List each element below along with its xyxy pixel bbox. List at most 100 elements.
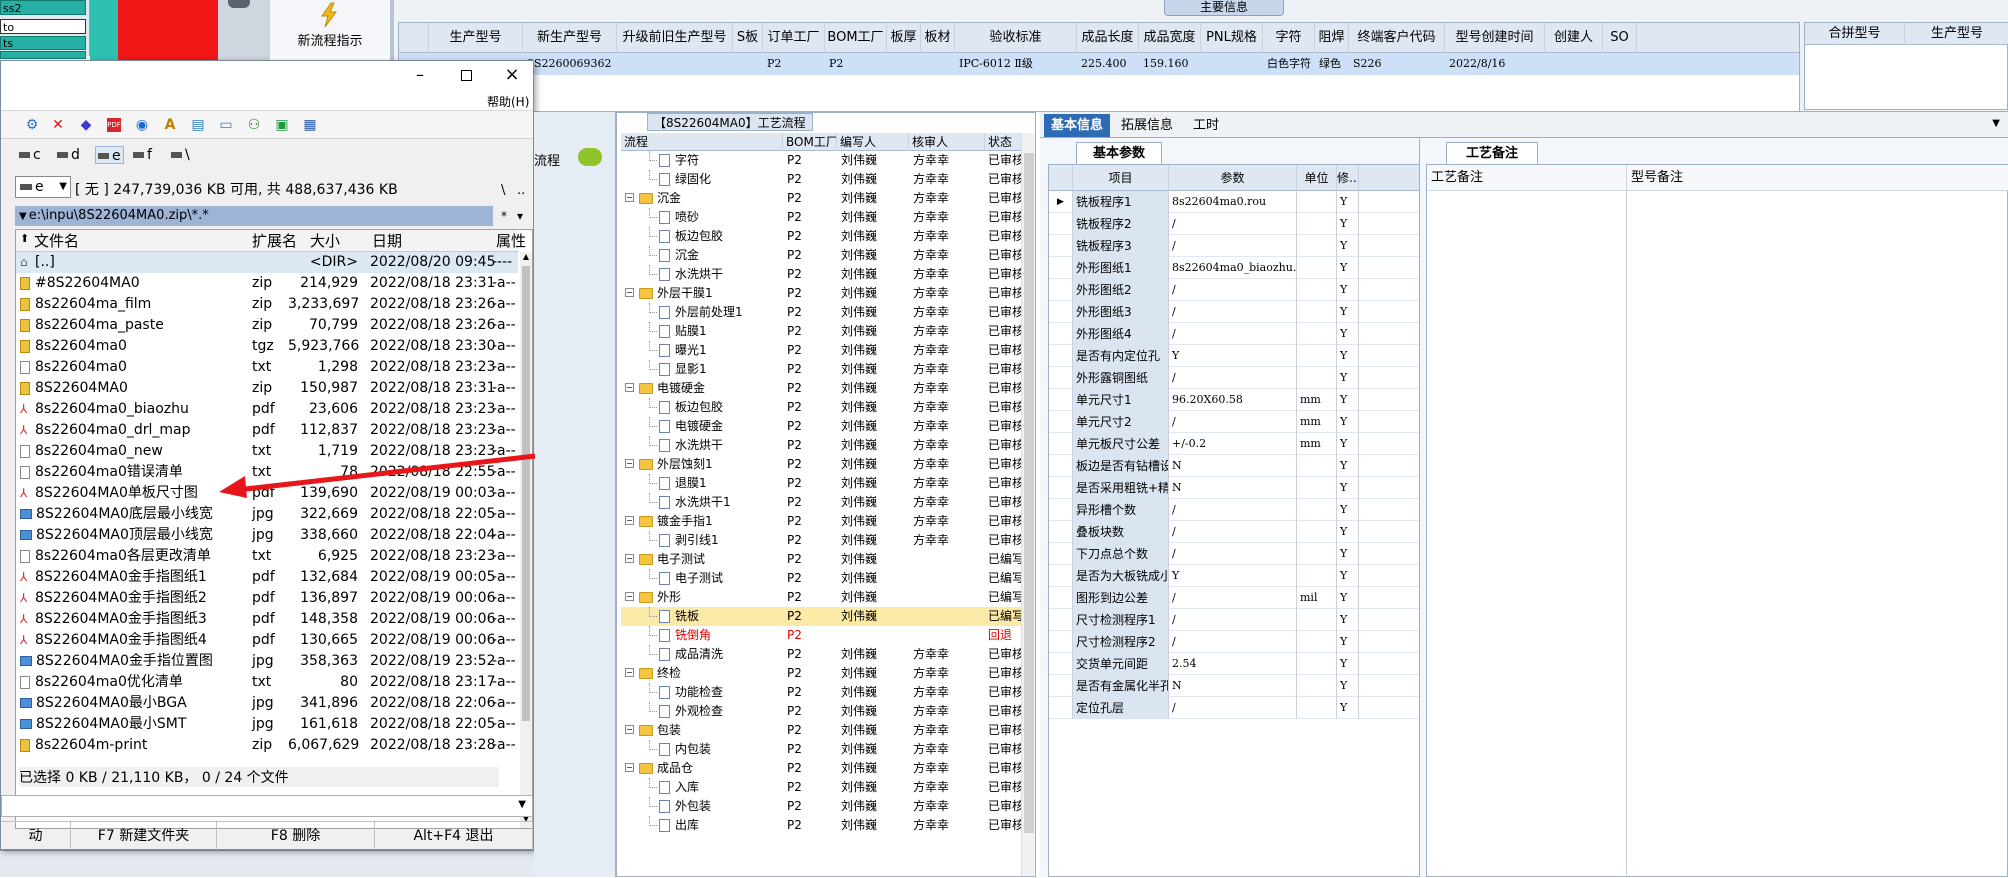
function-key-button[interactable]: F8 删除 (217, 822, 375, 850)
chevron-down-icon[interactable]: ▼ (1992, 118, 2000, 129)
main-col-header[interactable]: BOM工厂 (825, 23, 887, 53)
process-row[interactable]: 外观检查 P2 刘伟巍 方幸幸 已审核 (621, 702, 1021, 721)
param-row[interactable]: 外形图纸1 8s22604ma0_biaozhu... Y (1049, 257, 1419, 279)
process-scrollbar[interactable] (1021, 133, 1035, 876)
scroll-thumb[interactable] (1024, 153, 1034, 833)
function-key-button[interactable]: Alt+F4 退出 (375, 822, 533, 850)
file-row[interactable]: ⅄ 8s22604ma0_biaozhu pdf 23,606 2022/08/18 2… (16, 399, 518, 420)
file-row[interactable]: 8S22604MA0顶层最小线宽 jpg 338,660 2022/08/18 22:… (16, 525, 518, 546)
process-row[interactable]: − 外层蚀刻1 P2 刘伟巍 方幸幸 已审核 (621, 455, 1021, 474)
main-col-header[interactable]: SO (1603, 23, 1637, 53)
process-col-header[interactable]: BOM工厂 (783, 133, 837, 151)
file-row[interactable]: 8S22604MA0最小SMT jpg 161,618 2022/08/18 22:0… (16, 714, 518, 735)
process-row[interactable]: 板边包胶 P2 刘伟巍 方幸幸 已审核 (621, 227, 1021, 246)
param-row[interactable]: 定位孔层 / Y (1049, 697, 1419, 719)
path-bar[interactable]: ▼ e:\inpu\8S22604MA0.zip\*.* (15, 206, 493, 226)
process-row[interactable]: 喷砂 P2 刘伟巍 方幸幸 已审核 (621, 208, 1021, 227)
param-row[interactable]: 是否有金属化半孔 N Y (1049, 675, 1419, 697)
param-col-header[interactable]: 项目 (1073, 165, 1169, 191)
main-col-header[interactable]: 字符 (1263, 23, 1315, 53)
file-col-header[interactable]: 大小 (310, 230, 372, 252)
param-row[interactable]: 是否为大板铣成小板YY (1049, 565, 1419, 587)
param-row[interactable]: 交货单元间距 2.54 Y (1049, 653, 1419, 675)
main-col-header[interactable]: 成品长度 (1077, 23, 1139, 53)
file-row[interactable]: 8s22604ma_paste zip 70,799 2022/08/18 23:26… (16, 315, 518, 336)
toolbar-tree-icon[interactable]: ⚇ (245, 116, 263, 134)
toolbar-cube-icon[interactable]: ◆ (77, 116, 95, 134)
param-row[interactable]: 单元尺寸1 96.20X60.58 mm Y (1049, 389, 1419, 411)
main-col-header[interactable]: 升级前旧生产型号 (617, 23, 733, 53)
process-row[interactable]: 水洗烘干1 P2 刘伟巍 方幸幸 已审核 (621, 493, 1021, 512)
main-col-header[interactable]: 成品宽度 (1139, 23, 1201, 53)
new-flow-button[interactable]: 新流程指示 (270, 0, 390, 56)
function-key-button[interactable]: 动 (1, 822, 71, 850)
process-row[interactable]: 成品清洗 P2 刘伟巍 方幸幸 已审核 (621, 645, 1021, 664)
main-col-header[interactable]: S板 (733, 23, 763, 53)
path-up-button[interactable]: .. (517, 183, 525, 198)
drive-button-4[interactable]: \ (171, 146, 190, 164)
file-row[interactable]: 8s22604ma_film zip 3,233,697 2022/08/18 23:… (16, 294, 518, 315)
drive-button-3[interactable]: f (133, 146, 152, 164)
process-row[interactable]: 电子测试 P2 刘伟巍 已编写 (621, 569, 1021, 588)
process-row[interactable]: 铣倒角 P2 回退 (621, 626, 1021, 645)
process-row[interactable]: 绿固化 P2 刘伟巍 方幸幸 已审核 (621, 170, 1021, 189)
path-root-button[interactable]: \ (501, 183, 505, 198)
process-col-header[interactable]: 流程 (621, 133, 783, 151)
process-row[interactable]: 功能检查 P2 刘伟巍 方幸幸 已审核 (621, 683, 1021, 702)
file-col-header[interactable]: 属性 (496, 230, 526, 252)
drive-select[interactable]: e ▼ (15, 176, 71, 198)
process-row[interactable]: − 外形 P2 刘伟巍 已编写 (621, 588, 1021, 607)
file-row[interactable]: 8S22604MA0 zip 150,987 2022/08/18 23:31 -a-- (16, 378, 518, 399)
drive-button-2[interactable]: e (95, 146, 124, 164)
main-col-header[interactable]: 板厚 (887, 23, 921, 53)
file-row[interactable]: ⅄ 8S22604MA0金手指图纸3 pdf 148,358 2022/08/19 00… (16, 609, 518, 630)
param-row[interactable]: 尺寸检测程序1/ Y (1049, 609, 1419, 631)
param-row[interactable]: 外形露铜图纸 / Y (1049, 367, 1419, 389)
drive-button-1[interactable]: d (57, 146, 80, 164)
path-menu-button[interactable]: ▾ (517, 209, 523, 223)
main-col-header[interactable]: PNL规格 (1201, 23, 1263, 53)
main-col-header[interactable]: 终端客户代码 (1349, 23, 1445, 53)
param-row[interactable]: 是否有内定位孔 Y Y (1049, 345, 1419, 367)
toolbar-page-icon[interactable]: ▭ (217, 116, 235, 134)
file-row[interactable]: 8s22604ma0各层更改清单 txt 6,925 2022/08/18 23:23… (16, 546, 518, 567)
param-row[interactable]: 铣板程序3/ Y (1049, 235, 1419, 257)
process-row[interactable]: − 电镀硬金 P2 刘伟巍 方幸幸 已审核 (621, 379, 1021, 398)
process-row[interactable]: 曝光1 P2 刘伟巍 方幸幸 已审核 (621, 341, 1021, 360)
file-row[interactable]: #8S22604MA0 zip 214,929 2022/08/18 23:31 -a-… (16, 273, 518, 294)
basic-params-tab[interactable]: 基本参数 (1076, 142, 1162, 164)
toolbar-settings-icon[interactable]: ⚙ (23, 116, 41, 134)
param-row[interactable]: 铣板程序2/ Y (1049, 213, 1419, 235)
param-row[interactable]: 尺寸检测程序2/ Y (1049, 631, 1419, 653)
process-row[interactable]: 贴膜1 P2 刘伟巍 方幸幸 已审核 (621, 322, 1021, 341)
file-list-scrollbar[interactable]: ▲ ▼ (520, 252, 532, 828)
drive-button-0[interactable]: c (19, 146, 41, 164)
main-col-header[interactable]: 创建人 (1545, 23, 1603, 53)
process-row[interactable]: 退膜1 P2 刘伟巍 方幸幸 已审核 (621, 474, 1021, 493)
toolbar-document-icon[interactable]: ▤ (189, 116, 207, 134)
param-row[interactable]: 叠板块数 / Y (1049, 521, 1419, 543)
process-col-header[interactable]: 核审人 (909, 133, 985, 151)
file-row[interactable]: 8s22604m-print zip 6,067,629 2022/08/18 23:… (16, 735, 518, 756)
process-row[interactable]: 内包装 P2 刘伟巍 方幸幸 已审核 (621, 740, 1021, 759)
param-row[interactable]: 单元板尺寸公差 +/-0.2 mm Y (1049, 433, 1419, 455)
process-row[interactable]: − 终检 P2 刘伟巍 方幸幸 已审核 (621, 664, 1021, 683)
file-row[interactable]: 8s22604ma0 tgz 5,923,766 2022/08/18 23:30 -a… (16, 336, 518, 357)
param-row[interactable]: ▶ 铣板程序1 8s22604ma0.rou Y (1049, 191, 1419, 213)
toolbar-pdf-icon[interactable]: PDF (105, 116, 123, 134)
param-row[interactable]: 图形到边公差 / mil Y (1049, 587, 1419, 609)
process-row[interactable]: 水洗烘干 P2 刘伟巍 方幸幸 已审核 (621, 436, 1021, 455)
process-row[interactable]: 铣板 P2 刘伟巍 已编写 (621, 607, 1021, 626)
toolbar-text-icon[interactable]: A (161, 116, 179, 134)
main-col-header[interactable]: 生产型号 (429, 23, 523, 53)
param-row[interactable]: 外形图纸3/ Y (1049, 301, 1419, 323)
file-col-header[interactable]: 文件名 (20, 230, 252, 252)
command-line[interactable]: ▼ (1, 795, 533, 817)
scroll-up-icon[interactable]: ▲ (520, 252, 532, 266)
param-col-header[interactable]: 修... (1337, 165, 1359, 191)
process-row[interactable]: 外包装 P2 刘伟巍 方幸幸 已审核 (621, 797, 1021, 816)
maximize-button[interactable] (451, 65, 481, 87)
process-row[interactable]: 字符 P2 刘伟巍 方幸幸 已审核 (621, 151, 1021, 170)
process-row[interactable]: 板边包胶 P2 刘伟巍 方幸幸 已审核 (621, 398, 1021, 417)
main-info-row[interactable]: 8S2260069362 P2 P2 IPC-6012 Ⅱ级 225.400 159.16… (399, 53, 1799, 75)
